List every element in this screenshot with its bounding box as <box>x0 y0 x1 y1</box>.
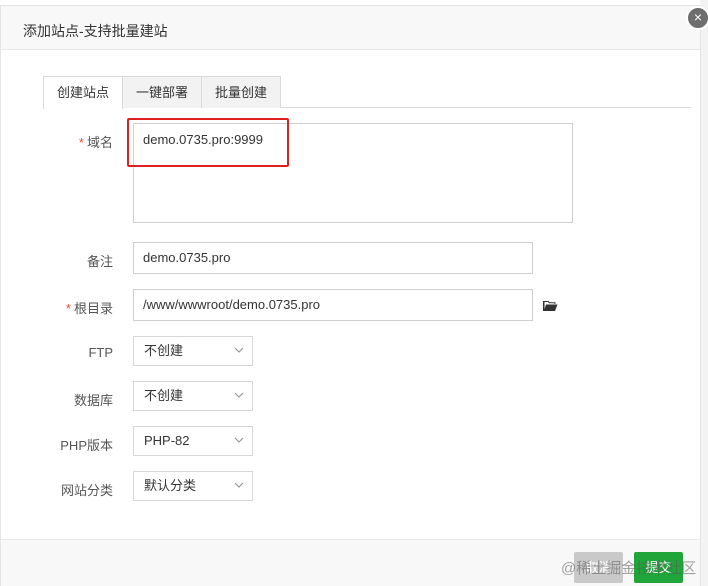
site-category-select-value: 默认分类 <box>144 478 197 493</box>
chevron-down-icon <box>234 347 244 353</box>
ftp-select[interactable]: 不创建 <box>133 336 253 366</box>
site-category-select[interactable]: 默认分类 <box>133 471 253 501</box>
folder-open-icon[interactable] <box>542 299 558 312</box>
watermark-text: @稀土掘金技术社区 <box>561 560 697 577</box>
database-select-value: 不创建 <box>144 388 184 403</box>
close-icon[interactable]: × <box>686 6 708 30</box>
dialog-footer: 取消 提交 @稀土掘金技术社区 <box>1 539 700 586</box>
domain-label: 域名 <box>86 135 113 150</box>
root-label: 根目录 <box>73 301 113 316</box>
remark-label: 备注 <box>86 254 113 269</box>
chevron-down-icon <box>234 392 244 398</box>
site-category-label: 网站分类 <box>60 483 113 498</box>
dialog-title: 添加站点-支持批量建站 <box>23 23 168 39</box>
tab-create-site[interactable]: 创建站点 <box>43 76 123 109</box>
chevron-down-icon <box>234 482 244 488</box>
required-mark: * <box>78 135 84 150</box>
chevron-down-icon <box>234 437 244 443</box>
background-page-edge <box>700 0 708 586</box>
php-version-select[interactable]: PHP-82 <box>133 426 253 456</box>
required-mark: * <box>65 301 71 316</box>
database-select[interactable]: 不创建 <box>133 381 253 411</box>
highlight-annotation <box>127 118 289 167</box>
ftp-select-value: 不创建 <box>144 343 184 358</box>
php-version-label: PHP版本 <box>60 438 113 453</box>
tab-bar: 创建站点 一键部署 批量创建 <box>43 76 691 109</box>
ftp-label: FTP <box>88 345 113 360</box>
php-version-select-value: PHP-82 <box>144 433 190 448</box>
database-label: 数据库 <box>73 393 113 408</box>
root-label-wrap: * 根目录 <box>41 298 113 317</box>
add-site-dialog: 添加站点-支持批量建站 创建站点 一键部署 批量创建 * 域名 demo.0735… <box>0 5 708 586</box>
tab-batch-create[interactable]: 批量创建 <box>201 76 281 108</box>
domain-label-wrap: * 域名 <box>41 132 113 151</box>
root-dir-input[interactable]: /www/wwwroot/demo.0735.pro <box>133 289 533 321</box>
remark-input[interactable]: demo.0735.pro <box>133 242 533 274</box>
tab-one-click-deploy[interactable]: 一键部署 <box>122 76 202 108</box>
dialog-titlebar: 添加站点-支持批量建站 <box>1 6 700 50</box>
